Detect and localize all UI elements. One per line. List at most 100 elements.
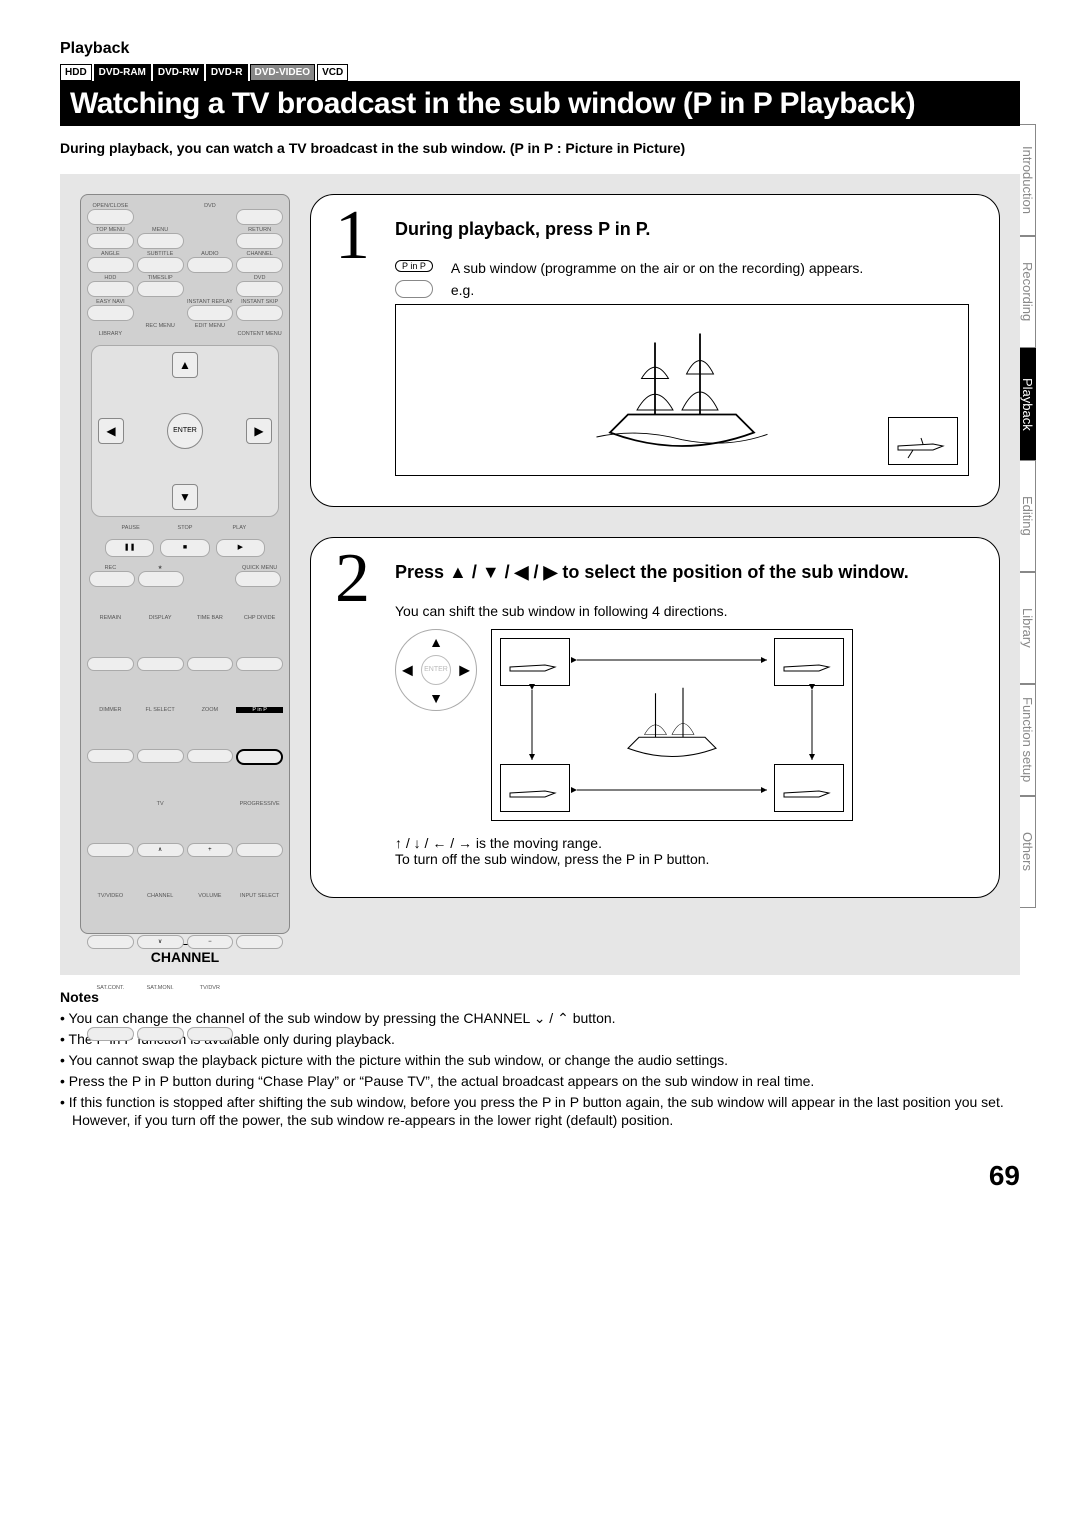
step-2-body: You can shift the sub window in followin…: [395, 603, 969, 619]
btn-remain[interactable]: [87, 657, 134, 671]
btn-menu[interactable]: [137, 233, 184, 249]
btn-volup[interactable]: +: [187, 843, 234, 857]
btn-pause[interactable]: ❚❚: [105, 539, 154, 557]
btn-inputselect[interactable]: [236, 935, 283, 949]
direction-pad: ▲ ▼ ◀ ▶ ENTER: [91, 345, 279, 517]
step-1-eg: e.g.: [451, 282, 863, 298]
note-1: • You can change the channel of the sub …: [60, 1009, 1020, 1028]
lbl-pause: PAUSE: [105, 525, 156, 531]
btn-topmenu[interactable]: [87, 233, 134, 249]
btn-satmoni[interactable]: [137, 1027, 184, 1041]
pill-icon: [395, 280, 433, 298]
btn-dvd[interactable]: [236, 281, 283, 297]
btn-instantreplay[interactable]: [187, 305, 234, 321]
btn-easynavi[interactable]: [87, 305, 134, 321]
lbl-stop: STOP: [159, 525, 210, 531]
btn-play[interactable]: ▶: [216, 539, 265, 557]
btn-angle[interactable]: [87, 257, 134, 273]
btn-tvpower[interactable]: [87, 843, 134, 857]
lbl-contentmenu: CONTENT MENU: [236, 331, 283, 337]
btn-enter[interactable]: ENTER: [167, 413, 203, 449]
step-2-illustration: [491, 629, 853, 821]
lbl-inputselect: INPUT SELECT: [236, 893, 283, 899]
btn-right[interactable]: ▶: [246, 418, 272, 444]
btn-rec[interactable]: [89, 571, 135, 587]
dpad-icon: ▲ ▼ ◀ ▶ ENTER: [395, 629, 477, 711]
lbl-timebar: TIME BAR: [187, 615, 234, 621]
btn-dimmer[interactable]: [87, 749, 134, 763]
btn-chdown[interactable]: ∨: [137, 935, 184, 949]
tab-editing[interactable]: Editing: [1020, 460, 1036, 572]
btn-channel[interactable]: [236, 257, 283, 273]
plane-icon: [893, 432, 953, 462]
lbl-satmoni: SAT.MONI.: [137, 985, 184, 991]
lbl-flselect: FL SELECT: [137, 707, 184, 713]
btn-tvdvr[interactable]: [187, 1027, 234, 1041]
sub-window-br-icon: [888, 417, 958, 465]
btn-satcont[interactable]: [87, 1027, 134, 1041]
notes-heading: Notes: [60, 989, 1020, 1005]
btn-quickmenu[interactable]: [235, 571, 281, 587]
btn-stop[interactable]: ■: [160, 539, 209, 557]
btn-zoom[interactable]: [187, 749, 234, 763]
btn-subtitle[interactable]: [137, 257, 184, 273]
lbl-tv: TV: [137, 801, 184, 807]
lbl-channel2: CHANNEL: [137, 893, 184, 899]
note-3: • You cannot swap the playback picture w…: [60, 1051, 1020, 1070]
step-1-head: During playback, press P in P.: [395, 219, 969, 240]
disc-tag-dvdrw: DVD-RW: [153, 64, 204, 81]
lbl-display: DISPLAY: [137, 615, 184, 621]
btn-audio[interactable]: [187, 257, 234, 273]
section-header: Playback: [60, 40, 1020, 58]
step-1: 1 During playback, press P in P. P in P …: [310, 194, 1000, 507]
btn-openclose[interactable]: [87, 209, 134, 225]
tab-introduction[interactable]: Introduction: [1020, 124, 1036, 236]
direction-arrows-icon: [492, 630, 852, 820]
btn-power[interactable]: [236, 209, 283, 225]
pinp-button-icon: P in P: [395, 260, 433, 272]
btn-pinp[interactable]: [236, 749, 283, 765]
btn-return[interactable]: [236, 233, 283, 249]
tab-playback[interactable]: Playback: [1020, 348, 1036, 460]
lbl-satcont: SAT.CONT.: [87, 985, 134, 991]
btn-chpdivide[interactable]: [236, 657, 283, 671]
btn-tvvideo[interactable]: [87, 935, 134, 949]
lbl-volume: VOLUME: [187, 893, 234, 899]
btn-chup[interactable]: ∧: [137, 843, 184, 857]
btn-hdd[interactable]: [87, 281, 134, 297]
step-1-body: A sub window (programme on the air or on…: [451, 260, 863, 276]
btn-instantskip[interactable]: [236, 305, 283, 321]
btn-progressive[interactable]: [236, 843, 283, 857]
step-1-illustration: [395, 304, 969, 476]
note-5: • If this function is stopped after shif…: [60, 1093, 1020, 1131]
lbl-pinp: P in P: [236, 707, 283, 713]
btn-flselect[interactable]: [137, 749, 184, 763]
tab-function-setup[interactable]: Function setup: [1020, 684, 1036, 796]
btn-timeslip[interactable]: [137, 281, 184, 297]
btn-down[interactable]: ▼: [172, 484, 198, 510]
step-2-head: Press ▲ / ▼ / ◀ / ▶ to select the positi…: [395, 562, 969, 583]
tab-recording[interactable]: Recording: [1020, 236, 1036, 348]
tab-library[interactable]: Library: [1020, 572, 1036, 684]
btn-display[interactable]: [137, 657, 184, 671]
disc-tag-dvdr: DVD-R: [206, 64, 248, 81]
step-1-number: 1: [335, 201, 370, 271]
btn-left[interactable]: ◀: [98, 418, 124, 444]
remote-column: OPEN/CLOSEDVD TOP MENUMENURETURN ANGLESU…: [80, 194, 290, 965]
ship-icon: [592, 322, 772, 462]
btn-star[interactable]: [138, 571, 184, 587]
lbl-dimmer: DIMMER: [87, 707, 134, 713]
lbl-editmenu: EDIT MENU: [187, 323, 234, 329]
step-2-foot2: To turn off the sub window, press the P …: [395, 851, 969, 867]
btn-voldown[interactable]: −: [187, 935, 234, 949]
btn-timebar[interactable]: [187, 657, 234, 671]
note-4: • Press the P in P button during “Chase …: [60, 1072, 1020, 1091]
lbl-remain: REMAIN: [87, 615, 134, 621]
step-2-foot1: ↑ / ↓ / ← / → is the moving range.: [395, 835, 969, 851]
intro-text: During playback, you can watch a TV broa…: [60, 140, 1020, 156]
btn-up[interactable]: ▲: [172, 352, 198, 378]
steps-column: 1 During playback, press P in P. P in P …: [310, 194, 1000, 965]
disc-tag-hdd: HDD: [60, 64, 92, 81]
lbl-recmenu: REC MENU: [137, 323, 184, 329]
tab-others[interactable]: Others: [1020, 796, 1036, 908]
